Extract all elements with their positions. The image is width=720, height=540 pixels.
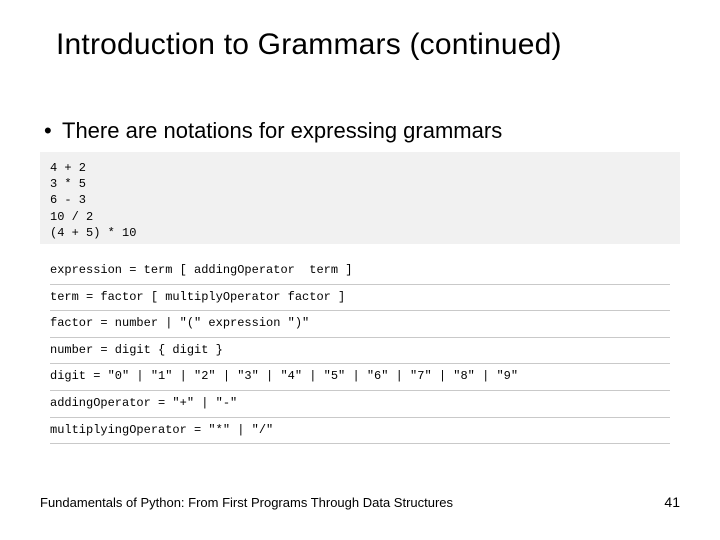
bullet-marker: • bbox=[44, 118, 62, 144]
slide: Introduction to Grammars (continued) •Th… bbox=[0, 0, 720, 540]
examples-box: 4 + 2 3 * 5 6 - 3 10 / 2 (4 + 5) * 10 bbox=[40, 152, 680, 244]
example-line: 10 / 2 bbox=[50, 209, 670, 225]
grammar-line: factor = number | "(" expression ")" bbox=[50, 311, 670, 338]
slide-title: Introduction to Grammars (continued) bbox=[56, 28, 680, 62]
grammar-line: number = digit { digit } bbox=[50, 338, 670, 365]
grammar-line: expression = term [ addingOperator term … bbox=[50, 258, 670, 285]
grammar-line: term = factor [ multiplyOperator factor … bbox=[50, 285, 670, 312]
example-line: (4 + 5) * 10 bbox=[50, 225, 670, 241]
bullet-text: There are notations for expressing gramm… bbox=[62, 118, 502, 143]
example-line: 3 * 5 bbox=[50, 176, 670, 192]
grammar-line: multiplyingOperator = "*" | "/" bbox=[50, 418, 670, 445]
example-line: 4 + 2 bbox=[50, 160, 670, 176]
grammar-line: addingOperator = "+" | "-" bbox=[50, 391, 670, 418]
bullet-row: •There are notations for expressing gram… bbox=[44, 118, 680, 144]
grammar-line: digit = "0" | "1" | "2" | "3" | "4" | "5… bbox=[50, 364, 670, 391]
example-line: 6 - 3 bbox=[50, 192, 670, 208]
footer-text: Fundamentals of Python: From First Progr… bbox=[40, 495, 453, 510]
page-number: 41 bbox=[664, 494, 680, 510]
grammar-box: expression = term [ addingOperator term … bbox=[40, 252, 680, 444]
